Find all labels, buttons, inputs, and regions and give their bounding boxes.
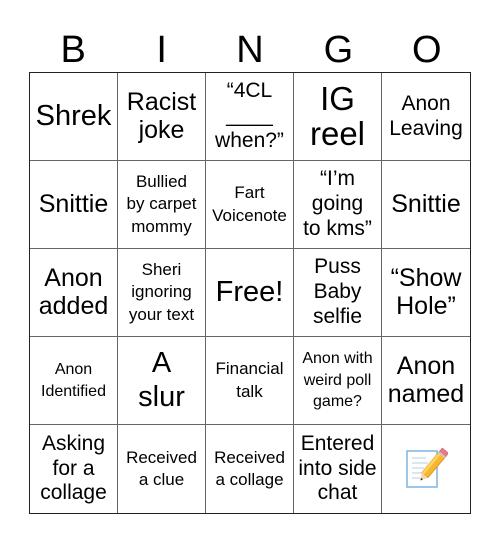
bingo-cell-o5[interactable]	[382, 425, 470, 513]
header-letter-b: B	[60, 29, 86, 71]
bingo-cell-i3[interactable]: Sheri ignoring your text	[118, 249, 206, 337]
bingo-cell-n1[interactable]: “4CL ____ when?”	[206, 73, 294, 161]
bingo-cell-g4[interactable]: Anon with weird poll game?	[294, 337, 382, 425]
header-letter-n: N	[236, 29, 264, 71]
cell-text: IG reel	[309, 79, 366, 152]
bingo-cell-b4[interactable]: Anon Identified	[30, 337, 118, 425]
bingo-cell-o4[interactable]: Anon named	[382, 337, 470, 425]
cell-text: Anon added	[38, 264, 109, 320]
bingo-cell-o2[interactable]: Snittie	[382, 161, 470, 249]
cell-text: Financial talk	[215, 359, 284, 401]
cell-text: “I’m going to kms”	[303, 167, 372, 240]
cell-text: Racist joke	[126, 88, 197, 144]
header-letter-g: G	[323, 29, 354, 71]
cell-text: Anon Leaving	[389, 91, 463, 140]
bingo-cell-i5[interactable]: Received a clue	[118, 425, 206, 513]
header-letter-o: O	[412, 29, 442, 71]
cell-text: Sheri ignoring your text	[128, 260, 195, 324]
bingo-cell-i1[interactable]: Racist joke	[118, 73, 206, 161]
cell-text: Anon named	[387, 352, 465, 408]
bingo-cell-i4[interactable]: A slur	[118, 337, 206, 425]
cell-text: Bullied by carpet mommy	[126, 172, 197, 236]
cell-text: Received a collage	[214, 447, 285, 489]
bingo-cell-b1[interactable]: Shrek	[30, 73, 118, 161]
bingo-header: B I N G O	[29, 28, 471, 72]
bingo-cell-b3[interactable]: Anon added	[30, 249, 118, 337]
cell-text: Fart Voicenote	[212, 183, 287, 225]
cell-text: “4CL ____ when?”	[215, 79, 284, 152]
bingo-cell-g3[interactable]: Puss Baby selfie	[294, 249, 382, 337]
cell-text: Shrek	[35, 99, 112, 132]
bingo-cell-o1[interactable]: Anon Leaving	[382, 73, 470, 161]
header-letter-i: I	[156, 29, 167, 71]
cell-text: A slur	[138, 347, 185, 413]
cell-text: Received a clue	[126, 447, 197, 489]
bingo-cell-n4[interactable]: Financial talk	[206, 337, 294, 425]
bingo-cell-g2[interactable]: “I’m going to kms”	[294, 161, 382, 249]
cell-text: Anon Identified	[41, 360, 106, 400]
cell-text: Puss Baby selfie	[312, 255, 363, 328]
bingo-cell-g1[interactable]: IG reel	[294, 73, 382, 161]
cell-text: “Show Hole”	[390, 264, 462, 320]
bingo-cell-g5[interactable]: Entered into side chat	[294, 425, 382, 513]
cell-text: Snittie	[391, 189, 461, 218]
cell-text: Snittie	[38, 189, 109, 218]
cell-text: Anon with weird poll game?	[302, 350, 373, 411]
bingo-cell-i2[interactable]: Bullied by carpet mommy	[118, 161, 206, 249]
bingo-cell-b5[interactable]: Asking for a collage	[30, 425, 118, 513]
bingo-card: Shrek Racist joke “4CL ____ when?” IG re…	[29, 72, 471, 514]
bingo-cell-n2[interactable]: Fart Voicenote	[206, 161, 294, 249]
bingo-cell-o3[interactable]: “Show Hole”	[382, 249, 470, 337]
memo-pencil-icon	[406, 447, 448, 488]
bingo-cell-b2[interactable]: Snittie	[30, 161, 118, 249]
free-space-cell[interactable]: Free!	[206, 249, 294, 337]
cell-text: Asking for a collage	[40, 431, 107, 505]
cell-text: Entered into side chat	[298, 431, 377, 505]
bingo-cell-n5[interactable]: Received a collage	[206, 425, 294, 513]
free-space-text: Free!	[215, 275, 284, 308]
